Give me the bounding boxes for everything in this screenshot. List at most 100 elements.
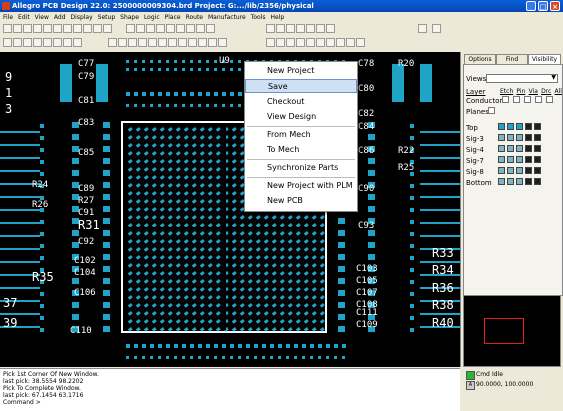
layer-color-swatch[interactable] — [507, 145, 514, 152]
toolbar-button[interactable] — [188, 38, 197, 47]
layer-color-swatch[interactable] — [507, 178, 514, 185]
toolbar-button[interactable] — [53, 24, 62, 33]
layer-color-swatch[interactable] — [498, 123, 505, 130]
toolbar-button[interactable] — [432, 24, 441, 33]
toolbar-button[interactable] — [73, 38, 82, 47]
toolbar-button[interactable] — [63, 24, 72, 33]
menu-item-new-project-plm[interactable]: New Project with PLM — [245, 179, 357, 193]
menu-view[interactable]: View — [35, 14, 49, 21]
toolbar-button[interactable] — [296, 38, 305, 47]
layer-color-swatch[interactable] — [525, 134, 532, 141]
toolbar-button[interactable] — [168, 38, 177, 47]
layer-color-swatch[interactable] — [498, 156, 505, 163]
layer-color-swatch[interactable] — [525, 156, 532, 163]
menu-display[interactable]: Display — [71, 14, 93, 21]
toolbar-button[interactable] — [118, 38, 127, 47]
tab-find[interactable]: Find — [496, 54, 528, 64]
menu-item-checkout[interactable]: Checkout — [245, 95, 357, 109]
toolbar-button[interactable] — [138, 38, 147, 47]
layer-color-swatch[interactable] — [498, 134, 505, 141]
command-prompt[interactable]: Command > — [3, 399, 457, 406]
menu-item-new-pcb[interactable]: New PCB — [245, 194, 357, 208]
toolbar-button[interactable] — [176, 24, 185, 33]
toolbar-button[interactable] — [3, 38, 12, 47]
toolbar-button[interactable] — [148, 38, 157, 47]
menu-item-new-project[interactable]: New Project — [245, 64, 357, 78]
minimize-button[interactable]: _ — [526, 1, 536, 11]
toolbar-button[interactable] — [208, 38, 217, 47]
toolbar-button[interactable] — [336, 38, 345, 47]
checkbox[interactable] — [524, 96, 531, 103]
checkbox[interactable] — [513, 96, 520, 103]
toolbar-button[interactable] — [306, 24, 315, 33]
layer-color-swatch[interactable] — [525, 178, 532, 185]
pcb-layout[interactable] — [0, 52, 460, 367]
layer-color-swatch[interactable] — [498, 145, 505, 152]
toolbar-button[interactable] — [156, 24, 165, 33]
layer-color-swatch[interactable] — [507, 167, 514, 174]
toolbar-button[interactable] — [63, 38, 72, 47]
view-window-box[interactable] — [484, 318, 524, 344]
toolbar-button[interactable] — [286, 38, 295, 47]
toolbar-button[interactable] — [43, 38, 52, 47]
toolbar-button[interactable] — [166, 24, 175, 33]
layer-color-swatch[interactable] — [525, 145, 532, 152]
layer-color-swatch[interactable] — [507, 134, 514, 141]
layer-color-swatch[interactable] — [516, 145, 523, 152]
toolbar-button[interactable] — [206, 24, 215, 33]
menu-help[interactable]: Help — [271, 14, 285, 21]
toolbar-button[interactable] — [196, 24, 205, 33]
toolbar-button[interactable] — [13, 38, 22, 47]
menu-place[interactable]: Place — [165, 14, 181, 21]
menu-add[interactable]: Add — [54, 14, 66, 21]
toolbar-button[interactable] — [93, 24, 102, 33]
layer-color-swatch[interactable] — [534, 156, 541, 163]
menu-item-save[interactable]: Save — [245, 79, 357, 93]
toolbar-button[interactable] — [23, 24, 32, 33]
toolbar-button[interactable] — [286, 24, 295, 33]
checkbox[interactable] — [488, 107, 495, 114]
menu-manufacture[interactable]: Manufacture — [208, 14, 246, 21]
layer-color-swatch[interactable] — [534, 123, 541, 130]
layer-color-swatch[interactable] — [534, 167, 541, 174]
menu-item-synchronize-parts[interactable]: Synchronize Parts — [245, 161, 357, 175]
toolbar-button[interactable] — [73, 24, 82, 33]
layer-color-swatch[interactable] — [498, 178, 505, 185]
toolbar-button[interactable] — [326, 38, 335, 47]
toolbar-button[interactable] — [23, 38, 32, 47]
toolbar-button[interactable] — [13, 24, 22, 33]
world-view-minimap[interactable] — [463, 295, 561, 367]
layer-color-swatch[interactable] — [516, 156, 523, 163]
toolbar-button[interactable] — [326, 24, 335, 33]
toolbar-button[interactable] — [316, 24, 325, 33]
command-window[interactable]: Pick 1st Corner Of New Window. last pick… — [0, 368, 460, 411]
layer-color-swatch[interactable] — [516, 123, 523, 130]
toolbar-button[interactable] — [103, 24, 112, 33]
menu-setup[interactable]: Setup — [98, 14, 115, 21]
menu-logic[interactable]: Logic — [144, 14, 160, 21]
toolbar-button[interactable] — [136, 24, 145, 33]
layer-color-swatch[interactable] — [516, 178, 523, 185]
toolbar-button[interactable] — [186, 24, 195, 33]
layer-color-swatch[interactable] — [507, 123, 514, 130]
menu-item-from-mech[interactable]: From Mech — [245, 128, 357, 142]
checkbox[interactable] — [546, 96, 553, 103]
toolbar-button[interactable] — [356, 38, 365, 47]
layer-color-swatch[interactable] — [498, 167, 505, 174]
toolbar-button[interactable] — [198, 38, 207, 47]
checkbox[interactable] — [535, 96, 542, 103]
toolbar-button[interactable] — [276, 38, 285, 47]
layer-color-swatch[interactable] — [516, 134, 523, 141]
layer-color-swatch[interactable] — [534, 134, 541, 141]
layer-color-swatch[interactable] — [525, 123, 532, 130]
toolbar-button[interactable] — [158, 38, 167, 47]
checkbox[interactable] — [502, 96, 509, 103]
close-button[interactable]: × — [550, 1, 560, 11]
toolbar-button[interactable] — [276, 24, 285, 33]
layer-color-swatch[interactable] — [534, 178, 541, 185]
toolbar-button[interactable] — [126, 24, 135, 33]
toolbar-button[interactable] — [266, 24, 275, 33]
menu-file[interactable]: File — [3, 14, 13, 21]
toolbar-button[interactable] — [128, 38, 137, 47]
toolbar-button[interactable] — [108, 38, 117, 47]
